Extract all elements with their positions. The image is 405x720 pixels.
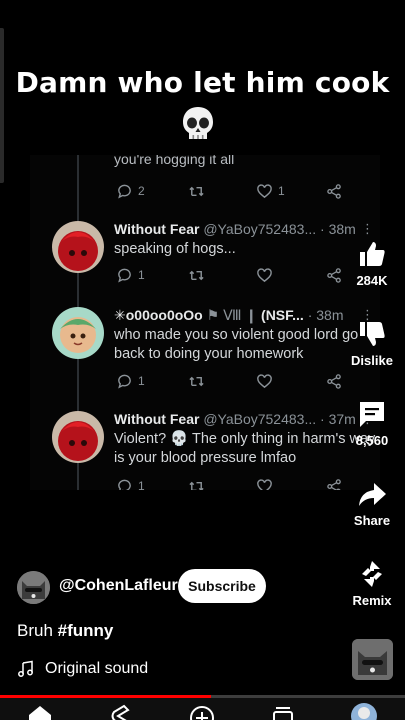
red-character-avatar-icon: [52, 221, 104, 273]
reply-action: 2: [116, 182, 145, 200]
like-button[interactable]: 284K: [342, 238, 402, 288]
tweet-actions: 1: [116, 372, 356, 390]
remix-button[interactable]: Remix: [342, 558, 402, 608]
profile-avatar-icon: [351, 703, 377, 720]
like-count: 284K: [356, 273, 388, 288]
cat-thumbnail-icon: [352, 639, 393, 680]
tweet-time: · 38m: [320, 221, 356, 237]
comment-count: 8,560: [355, 433, 389, 448]
tweet-author-name: Without Fear: [114, 221, 200, 237]
sound-thumbnail[interactable]: [352, 639, 393, 680]
share-button[interactable]: Share: [342, 478, 402, 528]
tweet-handle: @YaBoy752483...: [203, 411, 317, 427]
remix-icon: [362, 561, 382, 587]
home-icon[interactable]: [27, 703, 53, 720]
tweet-author-name: Without Fear: [114, 411, 200, 427]
bottom-nav: [0, 698, 405, 720]
tweet-share-icon: [327, 183, 341, 199]
subscriptions-icon[interactable]: [270, 703, 296, 720]
like-action: 1: [256, 182, 285, 200]
skull-emoji-icon: [183, 107, 213, 139]
tweet-share-icon: [327, 373, 341, 389]
tweet-header: ✳o00oo0oOo ⚑ Ⅷ ❙ (NSF... · 38m: [114, 307, 374, 324]
tweet-header: Without Fear @YaBoy752483... · 38m: [114, 221, 374, 237]
more-icon: ⋮: [361, 221, 374, 236]
tweet-actions: 1: [116, 477, 356, 490]
tweet-header: Without Fear @YaBoy752483... · 37m: [114, 411, 374, 427]
heart-icon: [257, 478, 272, 490]
thumbs-down-icon: [360, 322, 385, 346]
tweet-text: speaking of hogs...: [114, 241, 236, 257]
sound-link[interactable]: Original sound: [17, 660, 148, 678]
tweet-badges: ⚑ Ⅷ ❙: [206, 307, 258, 323]
reply-count: 1: [138, 268, 145, 282]
left-edge-handle: [0, 28, 4, 183]
tweet: Without Fear @YaBoy752483... · 38m ⋮ spe…: [30, 221, 380, 291]
tweet-avatar: [52, 221, 104, 273]
cookie-character-avatar-icon: [52, 307, 104, 359]
tweet-share-icon: [327, 267, 341, 283]
reply-icon: [118, 268, 131, 283]
retweet-action: [188, 182, 205, 200]
tweet-actions: 1: [116, 266, 356, 284]
reply-count: 1: [138, 374, 145, 388]
tweet-thread-screenshot: you're hogging it all 2 1 Without Fear @…: [30, 155, 380, 490]
channel-avatar[interactable]: [17, 571, 50, 604]
reply-count: 2: [138, 184, 145, 198]
reply-icon: [118, 374, 131, 389]
music-note-icon: [18, 660, 33, 677]
profile-avatar[interactable]: [351, 703, 377, 720]
description-text: Bruh: [17, 621, 53, 640]
tweet-handle: @YaBoy752483...: [203, 221, 317, 237]
subscribe-button[interactable]: Subscribe: [178, 569, 266, 603]
retweet-icon: [189, 376, 204, 386]
reply-icon: [118, 184, 131, 199]
dislike-label: Dislike: [351, 353, 393, 368]
comment-icon: [360, 402, 384, 427]
tweet-author-name: ✳o00oo0oOo: [114, 307, 203, 323]
like-count: 1: [278, 184, 285, 198]
cat-avatar-icon: [17, 571, 50, 604]
cutoff-tweet-text: you're hogging it all: [114, 155, 235, 167]
tweet-avatar: [52, 307, 104, 359]
tweet: ✳o00oo0oOo ⚑ Ⅷ ❙ (NSF... · 38m ⋮ who mad…: [30, 307, 380, 397]
tweet-handle: (NSF...: [261, 307, 304, 323]
tweet-time: · 38m: [307, 307, 344, 323]
dislike-button[interactable]: Dislike: [342, 318, 402, 368]
red-character-avatar-icon: [52, 411, 104, 463]
hashtag-link[interactable]: #funny: [58, 621, 114, 640]
share-action: [326, 182, 343, 200]
tweet-text: who made you so violent good lord go bac…: [114, 327, 359, 362]
retweet-icon: [189, 186, 204, 196]
video-description[interactable]: Bruh #funny: [17, 621, 113, 641]
remix-label: Remix: [352, 593, 392, 608]
sound-label: Original sound: [45, 660, 149, 677]
comments-button[interactable]: 8,560: [342, 398, 402, 448]
heart-icon: [257, 373, 272, 388]
thumbs-up-icon: [360, 242, 385, 266]
heart-icon: [257, 183, 272, 198]
tweet-share-icon: [327, 478, 341, 490]
video-caption: Damn who let him cook: [15, 66, 390, 99]
tweet-avatar: [52, 411, 104, 463]
share-arrow-icon: [359, 483, 386, 506]
retweet-icon: [189, 270, 204, 280]
tweet-actions-top: 2 1: [116, 182, 356, 200]
channel-name[interactable]: @CohenLafleur: [59, 577, 178, 595]
reply-icon: [118, 479, 131, 490]
share-label: Share: [353, 513, 391, 528]
create-icon[interactable]: [189, 703, 215, 720]
heart-icon: [257, 267, 272, 282]
shorts-icon[interactable]: [108, 703, 134, 720]
tweet: Without Fear @YaBoy752483... · 37m ⋮ Vio…: [30, 411, 380, 490]
reply-count: 1: [138, 479, 145, 490]
retweet-icon: [189, 481, 204, 490]
tweet-text: Violent? 💀 The only thing in harm's way …: [114, 431, 376, 466]
